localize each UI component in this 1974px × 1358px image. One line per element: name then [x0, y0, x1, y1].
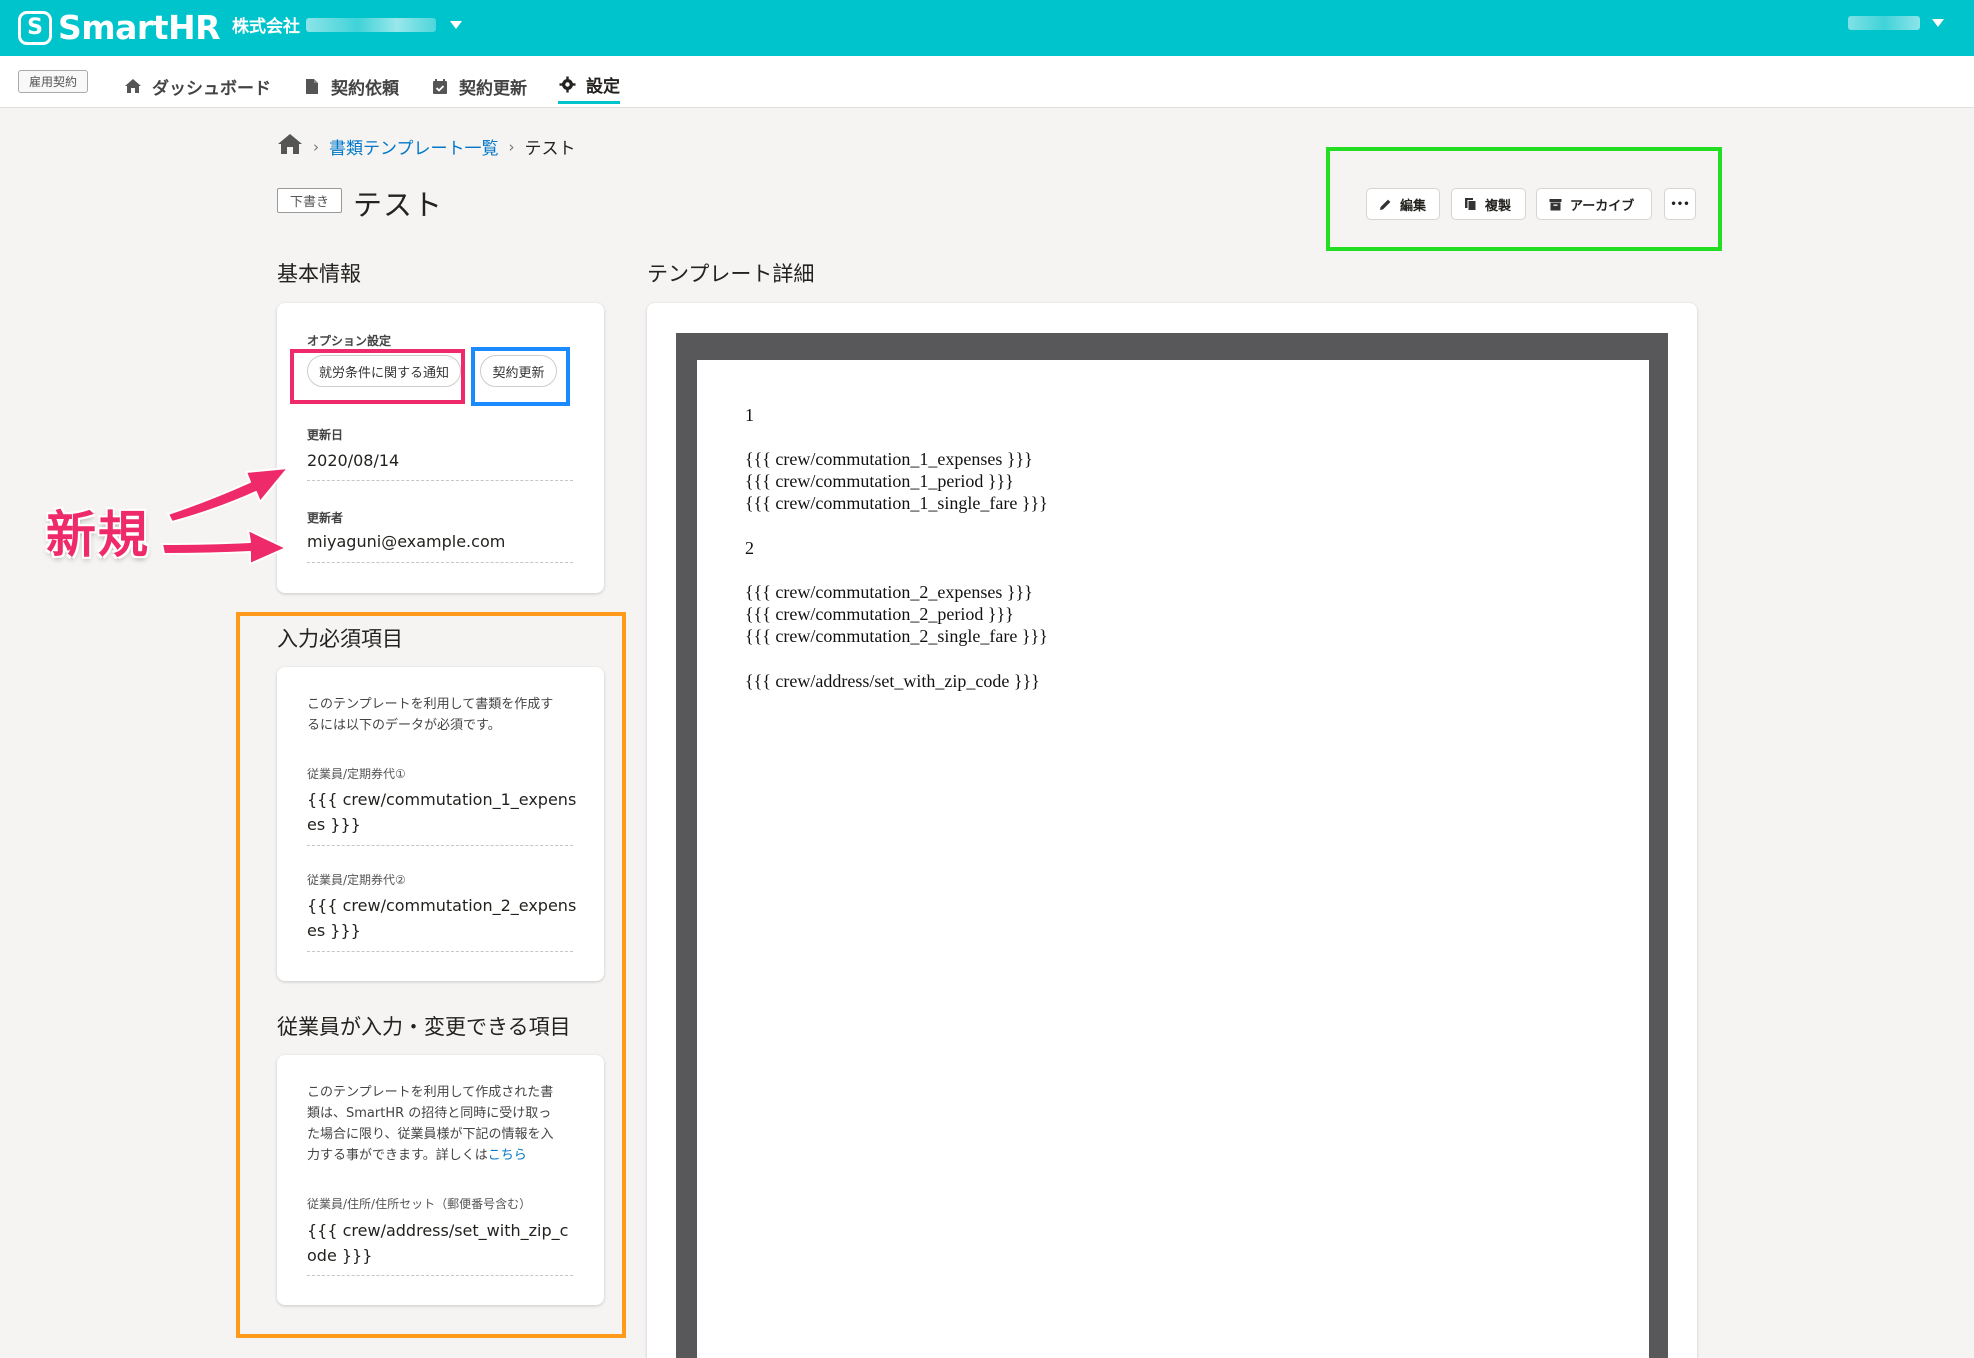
gear-icon: [558, 76, 576, 94]
option-settings-label: オプション設定: [307, 334, 392, 348]
archive-button[interactable]: アーカイブ: [1536, 188, 1652, 220]
company-switcher[interactable]: 株式会社: [232, 12, 462, 37]
status-badge: 下書き: [277, 188, 343, 213]
edit-button[interactable]: 編集: [1366, 188, 1440, 220]
doc-line: {{{ crew/commutation_1_period }}}: [745, 471, 1014, 491]
chevron-down-icon: [450, 20, 462, 29]
pencil-icon: [1379, 198, 1392, 211]
editable-field-label: 従業員/住所/住所セット（郵便番号含む）: [307, 1197, 532, 1211]
annotation-blue-box: [471, 347, 570, 406]
app-nav: 雇用契約 ダッシュボード 契約依頼 契約更新 設定: [0, 56, 1974, 108]
nav-dashboard[interactable]: ダッシュボード: [124, 68, 271, 104]
company-name: 株式会社: [232, 17, 300, 37]
editable-fields-title: 従業員が入力・変更できる項目: [277, 1015, 571, 1039]
chevron-right-icon: ›: [313, 137, 319, 156]
nav-contract-renewal-label: 契約更新: [459, 78, 527, 99]
required-fields-description-2: るには以下のデータが必須です。: [307, 718, 501, 733]
user-name-redacted: [1848, 16, 1920, 30]
divider: [307, 1275, 573, 1276]
nav-contract-request-label: 契約依頼: [331, 78, 399, 99]
company-name-redacted: [306, 17, 436, 32]
updated-by-value: miyaguni@example.com: [307, 532, 506, 551]
nav-contract-request[interactable]: 契約依頼: [303, 68, 399, 104]
app-badge: 雇用契約: [18, 70, 89, 93]
required-field-label: 従業員/定期券代②: [307, 873, 406, 887]
more-options-button[interactable]: •••: [1664, 188, 1696, 220]
editable-fields-description-4-text: 力する事ができます。詳しくは: [307, 1148, 488, 1163]
required-fields-description-1: このテンプレートを利用して書類を作成す: [307, 697, 554, 712]
nav-settings[interactable]: 設定: [558, 68, 620, 104]
more-icon: •••: [1670, 198, 1690, 210]
details-link[interactable]: こちら: [488, 1148, 527, 1163]
required-field-value-line: es }}}: [307, 921, 361, 940]
archive-button-label: アーカイブ: [1570, 198, 1635, 214]
editable-fields-description-4: 力する事ができます。詳しくはこちら: [307, 1146, 527, 1166]
required-fields-title: 入力必須項目: [277, 627, 403, 651]
chevron-down-icon: [1932, 19, 1944, 27]
top-header: S SmartHR 株式会社: [0, 0, 1974, 56]
updated-date-label: 更新日: [307, 428, 344, 442]
nav-settings-label: 設定: [586, 77, 620, 97]
home-icon: [124, 77, 142, 95]
page-title: テスト: [353, 188, 444, 222]
required-field-label: 従業員/定期券代①: [307, 767, 406, 781]
editable-fields-description-2: 類は、SmartHR の招待と同時に受け取っ: [307, 1106, 552, 1121]
smarthr-logo[interactable]: S SmartHR: [18, 8, 221, 47]
duplicate-button[interactable]: 複製: [1451, 188, 1526, 220]
required-field-value-line: {{{ crew/commutation_2_expens: [307, 896, 577, 915]
doc-line: {{{ crew/commutation_1_single_fare }}}: [745, 493, 1048, 513]
editable-fields-description-3: た場合に限り、従業員様が下記の情報を入: [307, 1127, 554, 1142]
template-detail-title: テンプレート詳細: [647, 262, 815, 286]
editable-field-value-line: ode }}}: [307, 1246, 373, 1265]
duplicate-button-label: 複製: [1485, 198, 1512, 214]
chevron-right-icon: ›: [508, 137, 515, 156]
logo-mark: S: [18, 10, 52, 45]
breadcrumb-current: テスト: [524, 139, 576, 159]
editable-fields-description-1: このテンプレートを利用して作成された書: [307, 1085, 554, 1100]
required-field-value-line: {{{ crew/commutation_1_expens: [307, 790, 577, 809]
home-icon[interactable]: [277, 133, 303, 160]
annotation-arrows: [161, 467, 289, 565]
archive-icon: [1549, 198, 1562, 211]
logo-text: SmartHR: [58, 8, 221, 47]
doc-line: {{{ crew/commutation_2_single_fare }}}: [745, 626, 1048, 646]
doc-line: {{{ crew/commutation_2_period }}}: [745, 604, 1014, 624]
copy-icon: [1464, 197, 1477, 211]
updated-date-value: 2020/08/14: [307, 451, 400, 470]
basic-info-title: 基本情報: [277, 262, 361, 286]
annotation-new-label: 新規: [46, 506, 150, 564]
doc-line: 1: [745, 405, 754, 425]
document-icon: [303, 77, 321, 95]
required-field-value-line: es }}}: [307, 815, 361, 834]
annotation-pink-box: [290, 349, 465, 404]
updated-by-label: 更新者: [307, 511, 344, 525]
divider: [307, 845, 573, 846]
nav-dashboard-label: ダッシュボード: [152, 78, 271, 99]
editable-field-value-line: {{{ crew/address/set_with_zip_c: [307, 1221, 569, 1240]
nav-contract-renewal[interactable]: 契約更新: [431, 68, 527, 104]
edit-button-label: 編集: [1400, 198, 1427, 214]
calendar-check-icon: [431, 77, 449, 95]
doc-line: 2: [745, 538, 754, 558]
user-menu[interactable]: [1848, 16, 1944, 30]
doc-line: {{{ crew/commutation_2_expenses }}}: [745, 582, 1033, 602]
doc-line: {{{ crew/address/set_with_zip_code }}}: [745, 671, 1040, 691]
breadcrumb-template-list-link[interactable]: 書類テンプレート一覧: [329, 134, 499, 159]
breadcrumb: › 書類テンプレート一覧 › テスト: [277, 133, 576, 160]
divider: [307, 951, 573, 952]
divider: [307, 480, 573, 481]
divider: [307, 562, 573, 563]
doc-line: {{{ crew/commutation_1_expenses }}}: [745, 449, 1033, 469]
